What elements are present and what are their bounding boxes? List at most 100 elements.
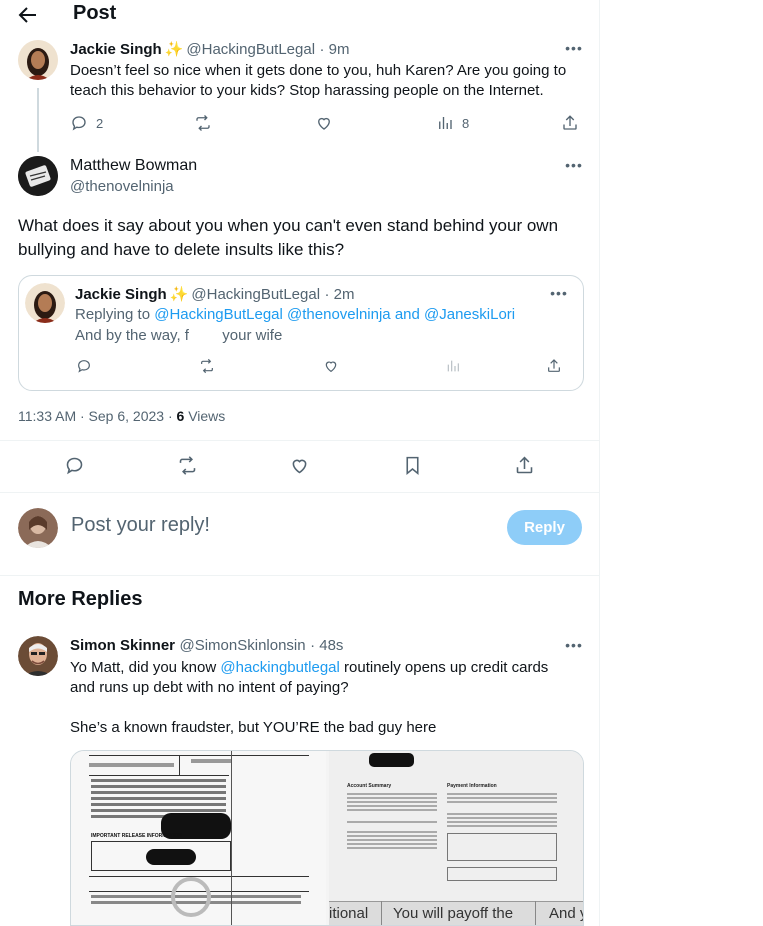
- author-name[interactable]: Simon Skinner: [70, 637, 175, 654]
- reply-text: Yo Matt, did you know @hackingbutlegal r…: [70, 658, 585, 738]
- thread-connector: [37, 88, 39, 152]
- tweet-text: Doesn’t feel so nice when it gets done t…: [70, 62, 567, 99]
- avatar: [25, 283, 65, 323]
- replying-to: Replying to @HackingButLegal @thenovelni…: [75, 306, 515, 323]
- reply-action[interactable]: [64, 455, 85, 476]
- divider: [0, 440, 600, 441]
- reply-text-line3: She’s a known fraudster, but YOU’RE the …: [70, 719, 437, 736]
- avatar[interactable]: [18, 156, 58, 196]
- like-action[interactable]: [315, 114, 333, 132]
- avatar-image: [18, 40, 58, 80]
- reply-text-line1: Yo Matt, did you know @hackingbutlegal r…: [70, 658, 585, 678]
- author-handle[interactable]: @SimonSkinlonsin: [179, 637, 305, 654]
- post-metadata: 11:33 AM · Sep 6, 2023 · 6 Views: [18, 408, 225, 424]
- text-segment: routinely opens up credit cards: [339, 659, 549, 676]
- back-arrow-icon[interactable]: [16, 3, 40, 27]
- quoted-header: Jackie Singh ✨ @HackingButLegal · 2m: [75, 285, 355, 304]
- more-options-icon[interactable]: •••: [564, 158, 584, 179]
- author-name: Jackie Singh: [75, 286, 167, 303]
- attached-image[interactable]: IMPORTANT RELEASE INFORMATION Account Su…: [70, 750, 584, 926]
- document-scan-left: IMPORTANT RELEASE INFORMATION: [71, 751, 326, 925]
- divider: [0, 492, 600, 493]
- reply-text-line2: and runs up debt with no intent of payin…: [70, 679, 349, 696]
- repost-action[interactable]: [199, 358, 215, 374]
- author-handle: @HackingButLegal: [191, 286, 321, 303]
- document-scan-right: Account Summary Payment Information itio…: [329, 751, 584, 925]
- analytics-icon: [447, 360, 459, 372]
- reply-action[interactable]: 2: [70, 114, 103, 132]
- avatar-image: [18, 636, 58, 676]
- reply-icon: [66, 457, 83, 475]
- tweet-text: What does it say about you when you can'…: [18, 216, 559, 259]
- page-title: Post: [73, 2, 117, 24]
- repost-action[interactable]: [194, 114, 212, 132]
- section-title: More Replies: [18, 588, 143, 610]
- image-caption: And y: [549, 905, 584, 922]
- share-action[interactable]: [514, 455, 535, 476]
- repost-icon: [201, 358, 213, 374]
- like-action[interactable]: [323, 358, 339, 374]
- avatar-image: [25, 283, 65, 323]
- reply-header: Simon Skinner @SimonSkinlonsin · 48s: [70, 637, 343, 655]
- document-heading: IMPORTANT RELEASE INFORMATION: [91, 833, 182, 839]
- avatar[interactable]: [18, 40, 58, 80]
- repost-action[interactable]: [177, 455, 198, 476]
- reply-input[interactable]: Post your reply!: [71, 514, 210, 537]
- heart-icon: [292, 459, 307, 474]
- reply-count: 2: [96, 115, 104, 131]
- more-options-icon[interactable]: •••: [564, 41, 584, 62]
- redaction-mark: [369, 753, 414, 767]
- share-icon: [548, 359, 560, 372]
- bookmark-icon: [406, 456, 419, 476]
- repost-icon: [179, 456, 196, 475]
- more-options-icon[interactable]: •••: [564, 638, 584, 659]
- author-name[interactable]: Matthew Bowman: [70, 157, 197, 175]
- page-header: Post: [0, 0, 600, 30]
- post-timestamp[interactable]: 11:33 AM · Sep 6, 2023 ·: [18, 408, 177, 424]
- heart-icon: [325, 361, 337, 373]
- sparkle-icon: ✨: [164, 41, 184, 58]
- reply-action[interactable]: [76, 358, 92, 374]
- author-handle[interactable]: @thenovelninja: [70, 178, 174, 195]
- more-options-icon[interactable]: •••: [549, 286, 569, 307]
- mention-link[interactable]: @hackingbutlegal: [220, 659, 339, 676]
- reply-icon: [72, 116, 86, 131]
- views-label: Views: [184, 408, 226, 424]
- like-action[interactable]: [289, 455, 310, 476]
- repost-icon: [196, 115, 210, 131]
- sparkle-icon: ✨: [169, 286, 189, 303]
- avatar-image: [18, 156, 58, 196]
- reply-icon: [78, 360, 90, 373]
- image-caption: itional: [329, 905, 369, 922]
- author-name[interactable]: Jackie Singh: [70, 41, 162, 58]
- post-time[interactable]: · 9m: [320, 41, 350, 58]
- share-action[interactable]: [561, 114, 579, 132]
- main-column: Post Jackie Singh ✨ @HackingButLegal · 9m …: [0, 0, 600, 926]
- replying-prefix: Replying to: [75, 306, 155, 323]
- share-action[interactable]: [546, 358, 562, 374]
- divider: [0, 575, 600, 576]
- parent-tweet-header: Jackie Singh ✨ @HackingButLegal · 9m: [70, 40, 350, 59]
- replying-to-handles[interactable]: @HackingButLegal @thenovelninja and @Jan…: [154, 306, 515, 323]
- avatar[interactable]: [18, 636, 58, 676]
- author-handle[interactable]: @HackingButLegal: [186, 41, 315, 58]
- analytics-icon: [439, 117, 452, 129]
- quoted-tweet[interactable]: Jackie Singh ✨ @HackingButLegal · 2m ••• R…: [18, 275, 584, 391]
- text-segment: Yo Matt, did you know: [70, 659, 221, 676]
- document-heading: Payment Information: [447, 783, 497, 789]
- bookmark-action[interactable]: [402, 455, 423, 476]
- heart-icon: [318, 117, 330, 130]
- reply-button[interactable]: Reply: [507, 510, 582, 545]
- image-caption: You will payoff the: [393, 905, 514, 922]
- document-heading: Account Summary: [347, 783, 392, 789]
- post-time[interactable]: · 48s: [310, 637, 343, 654]
- views-action: [445, 358, 461, 374]
- share-icon: [516, 456, 533, 474]
- quoted-text: And by the way, f your wife: [75, 327, 283, 344]
- avatar-image: [18, 508, 58, 548]
- post-time: · 2m: [324, 286, 355, 303]
- share-icon: [563, 115, 577, 130]
- views-action[interactable]: 8: [436, 114, 469, 132]
- views-count: 8: [462, 115, 470, 131]
- current-user-avatar[interactable]: [18, 508, 58, 548]
